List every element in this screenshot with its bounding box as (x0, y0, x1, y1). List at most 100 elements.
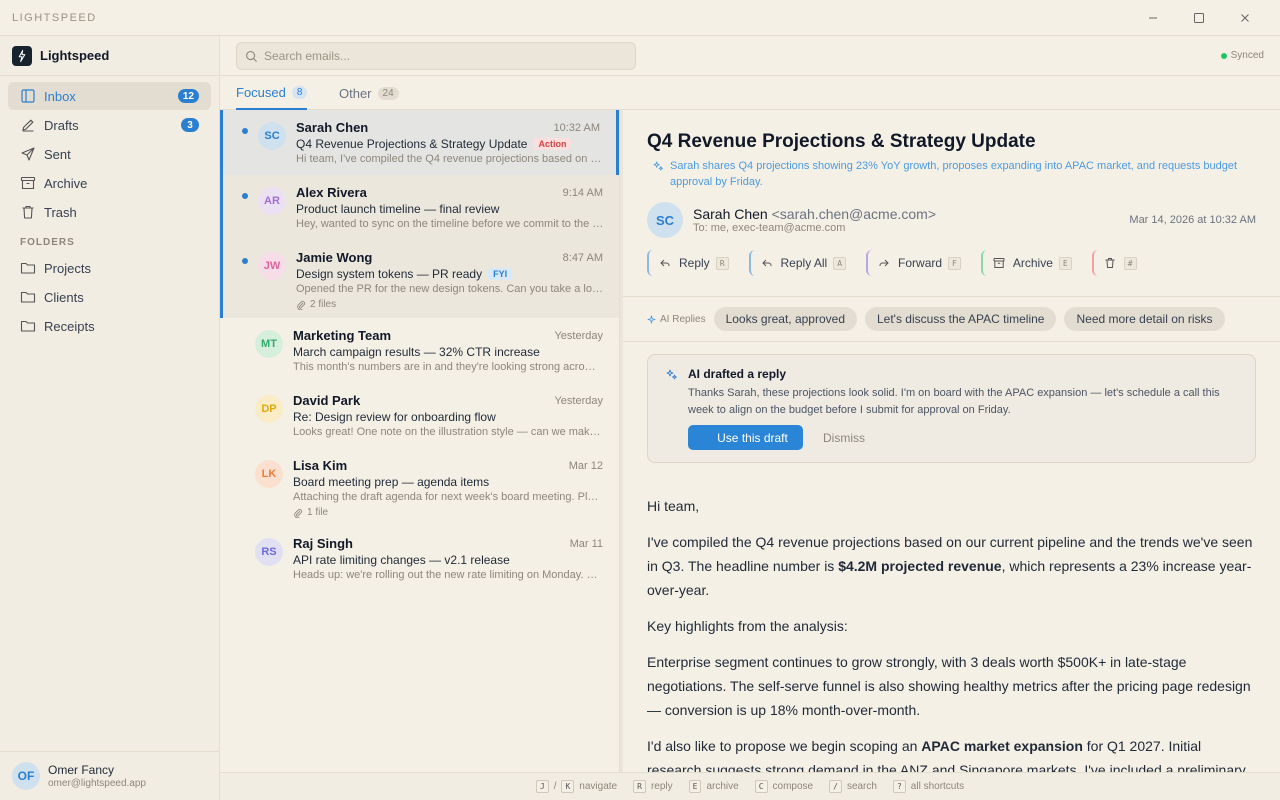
search-icon (246, 50, 258, 62)
folder-list: Projects Clients Receipts (0, 254, 219, 340)
table-row[interactable]: SC Sarah Chen 10:32 AM Q4 Revenue Projec… (220, 110, 619, 175)
use-draft-button[interactable]: Use this draft (688, 425, 803, 450)
email-date: Mar 14, 2026 at 10:32 AM (1129, 214, 1256, 226)
nav-list: Inbox 12 Drafts 3 Sent Archive Trash (0, 76, 219, 226)
shortcut-archive: Earchive (688, 780, 739, 793)
sidebar-item-label: Clients (44, 289, 84, 305)
archive-icon (993, 258, 1005, 268)
tab-focused[interactable]: Focused 8 (236, 76, 308, 110)
sidebar-item-drafts[interactable]: Drafts 3 (8, 111, 211, 139)
sidebar-item-clients[interactable]: Clients (8, 283, 211, 311)
table-row[interactable]: DP David Park Yesterday Re: Design revie… (220, 383, 619, 448)
message-preview: Looks great! One note on the illustratio… (293, 426, 601, 438)
sidebar-item-receipts[interactable]: Receipts (8, 312, 211, 340)
avatar: JW (258, 252, 286, 280)
folders-heading: FOLDERS (20, 237, 75, 248)
email-title: Q4 Revenue Projections & Strategy Update (647, 131, 1036, 152)
table-row[interactable]: LK Lisa Kim Mar 12 Board meeting prep — … (220, 448, 619, 526)
sidebar-item-projects[interactable]: Projects (8, 254, 211, 282)
brand: Lightspeed (0, 36, 219, 76)
forward-icon (879, 259, 889, 267)
quick-reply-chip[interactable]: Need more detail on risks (1064, 307, 1225, 331)
sidebar-item-label: Sent (44, 146, 71, 162)
user-profile[interactable]: OF Omer Fancy omer@lightspeed.app (0, 751, 219, 800)
archive-icon (20, 175, 36, 191)
table-row[interactable]: MT Marketing Team Yesterday March campai… (220, 318, 619, 383)
body-paragraph: I've compiled the Q4 revenue projections… (647, 534, 1253, 598)
delete-button[interactable]: # (1091, 250, 1143, 276)
action-tag: Action (533, 138, 572, 150)
message-subject: Board meeting prep — agenda items (293, 475, 490, 489)
fyi-tag: FYI (488, 268, 513, 280)
tab-other[interactable]: Other 24 (339, 76, 399, 110)
forward-button[interactable]: Forward F (866, 250, 967, 276)
sidebar-item-sent[interactable]: Sent (8, 140, 211, 168)
avatar: LK (255, 460, 283, 488)
message-time: 10:32 AM (553, 122, 600, 134)
sidebar-item-label: Drafts (44, 117, 79, 133)
sidebar-item-label: Trash (44, 204, 77, 220)
avatar: MT (255, 330, 283, 358)
table-row[interactable]: AR Alex Rivera 9:14 AM Product launch ti… (220, 175, 619, 240)
folder-icon (20, 260, 36, 276)
table-row[interactable]: JW Jamie Wong 8:47 AM Design system toke… (220, 240, 619, 318)
unread-badge: 12 (177, 89, 199, 103)
message-sender: Lisa Kim (293, 458, 348, 473)
shortcut-all[interactable]: ? all shortcuts (892, 780, 964, 793)
message-subject: Design system tokens — PR ready FYI (296, 267, 513, 281)
sidebar-item-archive[interactable]: Archive (8, 169, 211, 197)
draft-text: Thanks Sarah, these projections look sol… (688, 387, 1220, 416)
sidebar-item-label: Receipts (44, 318, 95, 334)
minimize-button[interactable] (1130, 0, 1176, 36)
sender-email[interactable]: <sarah.chen@acme.com> (772, 206, 936, 222)
sender-line: Sarah Chen <sarah.chen@acme.com> (693, 206, 936, 222)
avatar: RS (255, 538, 283, 566)
sidebar-item-inbox[interactable]: Inbox 12 (8, 82, 211, 110)
message-time: Mar 11 (569, 538, 603, 550)
top-bar: Synced (220, 36, 1280, 76)
message-time: Yesterday (554, 395, 603, 407)
maximize-icon (1194, 13, 1204, 23)
message-preview: Hey, wanted to sync on the timeline befo… (296, 218, 604, 230)
maximize-button[interactable] (1176, 0, 1222, 36)
attachment-info: 2 files (296, 299, 336, 310)
sidebar: Lightspeed Inbox 12 Drafts 3 Sent Archiv… (0, 36, 220, 800)
body-paragraph: Enterprise segment continues to grow str… (647, 654, 1251, 718)
archive-button[interactable]: Archive E (980, 250, 1078, 276)
sidebar-item-label: Archive (44, 175, 88, 191)
quick-reply-chip[interactable]: Looks great, approved (713, 307, 857, 331)
ai-summary: Sarah shares Q4 projections showing 23% … (653, 158, 1253, 190)
reply-button[interactable]: Reply R (647, 250, 735, 276)
message-preview: Attaching the draft agenda for next week… (293, 491, 601, 503)
message-sender: Raj Singh (293, 536, 353, 551)
unread-dot-icon (242, 128, 248, 134)
close-button[interactable] (1222, 0, 1268, 36)
sync-dot-icon (1220, 52, 1227, 59)
quick-reply-chip[interactable]: Let's discuss the APAC timeline (865, 307, 1057, 331)
search-box (236, 42, 636, 70)
sidebar-item-trash[interactable]: Trash (8, 198, 211, 226)
drafts-badge: 3 (181, 118, 199, 132)
sidebar-item-label: Inbox (44, 88, 76, 104)
title-bar: LIGHTSPEED (0, 0, 1280, 36)
message-sender: Sarah Chen (296, 120, 369, 135)
avatar: OF (12, 762, 40, 790)
body-greeting: Hi team, (647, 498, 700, 514)
message-preview: Heads up: we're rolling out the new rate… (293, 569, 601, 581)
paperclip-icon (297, 300, 306, 310)
message-list: SC Sarah Chen 10:32 AM Q4 Revenue Projec… (220, 110, 619, 772)
dismiss-button[interactable]: Dismiss (823, 431, 865, 445)
message-sender: Marketing Team (293, 328, 392, 343)
search-input[interactable] (264, 49, 624, 63)
paperclip-icon (294, 508, 303, 518)
table-row[interactable]: RS Raj Singh Mar 11 API rate limiting ch… (220, 526, 619, 591)
reply-all-button[interactable]: Reply All A (748, 250, 853, 276)
message-preview: Opened the PR for the new design tokens.… (296, 283, 604, 295)
message-time: Yesterday (554, 330, 603, 342)
avatar: AR (258, 187, 286, 215)
sidebar-item-label: Projects (44, 260, 91, 276)
ai-draft-card: AI drafted a reply Thanks Sarah, these p… (647, 354, 1256, 463)
reply-icon (660, 259, 670, 267)
body-paragraph: Key highlights from the analysis: (647, 618, 848, 634)
window-title: LIGHTSPEED (12, 11, 97, 24)
